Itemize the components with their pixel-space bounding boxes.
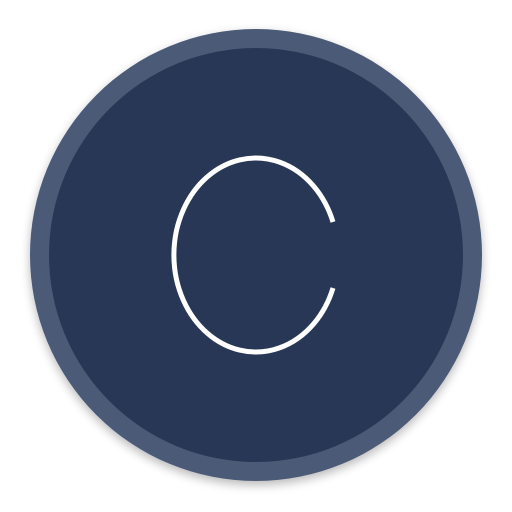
app-icon <box>0 0 512 512</box>
icon-inner-disc <box>49 48 463 462</box>
app-icon-graphic <box>30 29 482 481</box>
